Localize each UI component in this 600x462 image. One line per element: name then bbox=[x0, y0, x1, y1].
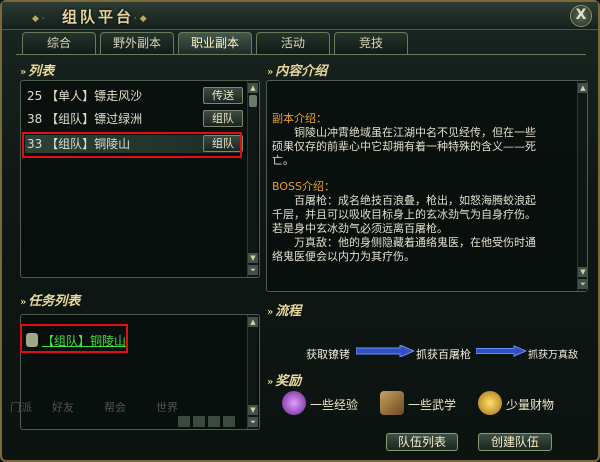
title-bar: ◆ · 组队平台 · ◆ X bbox=[2, 2, 598, 30]
scroll-bottom-icon[interactable]: ⏷ bbox=[248, 417, 258, 427]
tab-activity[interactable]: 活动 bbox=[256, 32, 330, 54]
section-arrow-icon: » bbox=[267, 67, 274, 78]
chat-mini-controls bbox=[178, 416, 238, 428]
rewards-heading: » 奖励 bbox=[267, 374, 302, 389]
task-scrollbar[interactable]: ▲ ▼ ⏷ bbox=[247, 315, 258, 429]
tab-arena[interactable]: 竞技 bbox=[334, 32, 408, 54]
coins-icon bbox=[478, 391, 502, 415]
section-arrow-icon: » bbox=[267, 377, 274, 388]
minus-icon[interactable] bbox=[208, 416, 220, 427]
scroll-bottom-icon[interactable]: ⏷ bbox=[578, 279, 588, 289]
create-team-button[interactable]: 创建队伍 bbox=[478, 433, 552, 451]
team-button[interactable]: 组队 bbox=[203, 110, 243, 127]
list-item[interactable]: 38 【组队】镖过绿洲 组队 bbox=[25, 110, 243, 128]
row-name: 【组队】镖过绿洲 bbox=[46, 112, 143, 126]
scroll-thumb[interactable] bbox=[249, 95, 257, 107]
list-scrollbar[interactable]: ▲ ▼ ⏷ bbox=[247, 81, 258, 277]
tab-bar: 综合 野外副本 职业副本 活动 竞技 bbox=[22, 32, 408, 54]
scroll-down-icon[interactable]: ▼ bbox=[578, 267, 588, 277]
scroll-down-icon[interactable]: ▼ bbox=[248, 405, 258, 415]
row-number: 25 bbox=[27, 89, 43, 103]
list-item[interactable]: 25 【单人】镖走风沙 传送 bbox=[25, 87, 243, 105]
dungeon-intro-line: 铜陵山冲霄绝域虽在江湖中名不见经传，但在一些 bbox=[294, 126, 536, 139]
dungeon-intro-title: 副本介绍： bbox=[272, 112, 327, 125]
row-number: 38 bbox=[27, 112, 43, 126]
boss-intro-line: 百屠枪：成名绝技百浪叠，枪出，如怒海腾蛟浪起 bbox=[294, 194, 536, 207]
task-highlight-box bbox=[20, 324, 128, 353]
bg-tab-sect: 门派 bbox=[10, 401, 32, 414]
window-title: 组队平台 bbox=[62, 8, 135, 26]
dungeon-list-panel: 25 【单人】镖走风沙 传送 38 【组队】镖过绿洲 组队 33 【组队】铜陵山… bbox=[20, 80, 260, 278]
flow-step: 抓获百屠枪 bbox=[416, 348, 471, 361]
scroll-icon[interactable] bbox=[193, 416, 205, 427]
scroll-up-icon[interactable]: ▲ bbox=[248, 317, 258, 327]
dungeon-intro-line: 硕果仅存的前辈心中它却拥有着一种特殊的含义——死 bbox=[272, 140, 536, 153]
bg-tab-guild: 帮会 bbox=[104, 401, 126, 414]
section-arrow-icon: » bbox=[20, 297, 27, 308]
scroll-bottom-icon[interactable]: ⏷ bbox=[248, 265, 258, 275]
row-name: 【单人】镖走风沙 bbox=[46, 89, 143, 103]
boss-intro-line: 络鬼医便会以内力为其疗伤。 bbox=[272, 250, 415, 263]
reward-label: 一些经验 bbox=[310, 398, 359, 412]
flow-step: 抓获万真敌 bbox=[528, 350, 578, 361]
flow-heading: » 流程 bbox=[267, 304, 302, 319]
team-list-button[interactable]: 队伍列表 bbox=[386, 433, 458, 451]
section-arrow-icon: » bbox=[20, 67, 27, 78]
team-platform-window: ◆ · 组队平台 · ◆ X 综合 野外副本 职业副本 活动 竞技 » 列表 25… bbox=[0, 0, 600, 462]
tab-field-dungeon[interactable]: 野外副本 bbox=[100, 32, 174, 54]
highlight-box bbox=[22, 132, 242, 158]
plus-icon[interactable] bbox=[223, 416, 235, 427]
content-heading: » 内容介绍 bbox=[267, 64, 328, 79]
bg-tab-friends: 好友 bbox=[52, 401, 74, 414]
dungeon-intro-line: 亡。 bbox=[272, 154, 294, 167]
scroll-icon bbox=[380, 391, 404, 415]
arrow-right-icon bbox=[476, 345, 526, 357]
tab-underline bbox=[16, 54, 586, 55]
scroll-up-icon[interactable]: ▲ bbox=[248, 83, 258, 93]
tab-class-dungeon[interactable]: 职业副本 bbox=[178, 32, 252, 54]
title-ornament-right: · ◆ bbox=[134, 14, 147, 24]
bg-tab-world: 世界 bbox=[156, 401, 178, 414]
content-scrollbar[interactable]: ▲ ▼ ⏷ bbox=[577, 81, 588, 291]
arrow-right-icon bbox=[356, 345, 414, 357]
scroll-up-icon[interactable]: ▲ bbox=[578, 83, 588, 93]
boss-intro-line: 若是身中玄冰劲气必须远离百屠枪。 bbox=[272, 222, 448, 235]
list-heading: » 列表 bbox=[20, 64, 55, 79]
boss-intro-line: 万真敌：他的身侧隐藏着通络鬼医，在他受伤时通 bbox=[294, 236, 536, 249]
reward-label: 少量财物 bbox=[506, 398, 555, 412]
minimize-icon[interactable] bbox=[178, 416, 190, 427]
boss-intro-title: BOSS介绍： bbox=[272, 180, 335, 193]
close-button[interactable]: X bbox=[570, 5, 592, 27]
boss-intro-line: 千层，并且可以吸收目标身上的玄冰劲气为自身疗伤。 bbox=[272, 208, 536, 221]
task-list-heading: » 任务列表 bbox=[20, 294, 81, 309]
teleport-button[interactable]: 传送 bbox=[203, 87, 243, 104]
flow-step: 获取镣铐 bbox=[306, 348, 350, 361]
tab-general[interactable]: 综合 bbox=[22, 32, 96, 54]
title-ornament-left: ◆ · bbox=[32, 14, 45, 24]
reward-label: 一些武学 bbox=[408, 398, 457, 412]
scroll-down-icon[interactable]: ▼ bbox=[248, 253, 258, 263]
section-arrow-icon: » bbox=[267, 307, 274, 318]
exp-orb-icon bbox=[282, 391, 306, 415]
